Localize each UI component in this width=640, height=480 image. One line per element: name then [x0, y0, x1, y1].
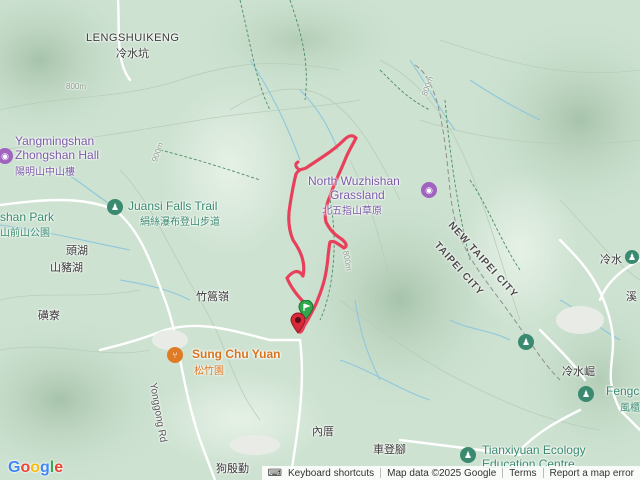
map-canvas[interactable]: ◉ ◉ ♟ ⑂ ♟ ♟ ♟ ♟ LENGSHUIKENG 冷水坑 頭湖 山豬湖 … [0, 0, 640, 480]
poi-label[interactable]: Tianxiyuan Ecology [482, 443, 586, 457]
poi-label[interactable]: shan Park [0, 210, 54, 224]
poi-label[interactable]: 陽明山中山樓 [15, 163, 75, 178]
terms-link[interactable]: Terms [503, 468, 542, 479]
place-label: 溪 [626, 291, 637, 303]
poi-label[interactable]: 絹絲瀑布登山步道 [140, 213, 220, 228]
map-data-label: Map data ©2025 Google [387, 467, 497, 479]
poi-label[interactable]: 北五指山草原 [322, 202, 382, 217]
place-label: 車登腳 [373, 444, 406, 456]
contour-label: 800m [66, 82, 87, 91]
hiker-icon[interactable]: ♟ [578, 386, 594, 402]
hiker-icon[interactable]: ♟ [107, 199, 123, 215]
place-label: 冷水坑 [116, 48, 149, 60]
poi-label[interactable]: Grassland [330, 188, 385, 202]
red-end-pin-icon[interactable] [290, 312, 306, 334]
poi-label[interactable]: 風櫃 [620, 399, 640, 414]
place-label: 頭湖 [66, 245, 88, 257]
poi-label[interactable]: Zhongshan Hall [15, 148, 99, 162]
hiker-icon[interactable]: ♟ [625, 250, 639, 264]
poi-label[interactable]: Fengc [606, 384, 639, 398]
place-label: 內厝 [312, 426, 334, 438]
place-label: 山豬湖 [50, 262, 83, 274]
poi-label[interactable]: Sung Chu Yuan [192, 347, 280, 361]
keyboard-icon: ⌨ [267, 467, 282, 479]
camera-museum-icon[interactable]: ◉ [421, 182, 437, 198]
place-label: LENGSHUIKENG [86, 32, 180, 44]
poi-label[interactable]: 松竹園 [194, 362, 224, 377]
hiker-icon[interactable]: ♟ [460, 447, 476, 463]
place-label: 磺寮 [38, 310, 60, 322]
place-label: 狗殷勤 [216, 463, 249, 475]
place-label: 冷水崛 [562, 366, 595, 378]
poi-label[interactable]: Yangmingshan [15, 134, 94, 148]
fork-knife-icon[interactable]: ⑂ [167, 347, 183, 363]
hiker-icon[interactable]: ♟ [518, 334, 534, 350]
poi-label[interactable]: North Wuzhishan [308, 174, 400, 188]
poi-label[interactable]: Juansi Falls Trail [128, 199, 217, 213]
attribution-bar: ⌨ Keyboard shortcuts Map data ©2025 Goog… [261, 466, 640, 480]
google-logo: Google [8, 459, 64, 476]
place-label: 冷水 [600, 254, 622, 266]
report-map-error-link[interactable]: Report a map error [544, 468, 640, 479]
place-label: 竹篙嶺 [196, 291, 229, 303]
poi-label[interactable]: 山前山公園 [0, 224, 50, 239]
keyboard-shortcuts-link[interactable]: Keyboard shortcuts [282, 468, 380, 479]
hiking-track [285, 134, 358, 334]
